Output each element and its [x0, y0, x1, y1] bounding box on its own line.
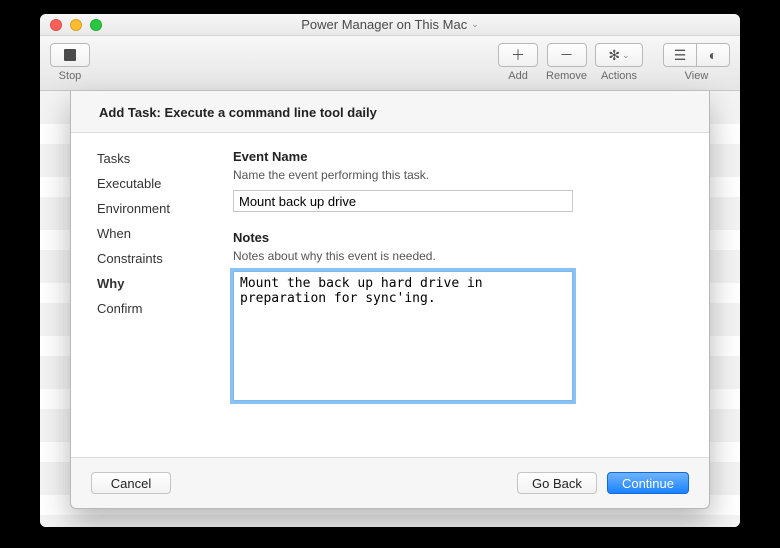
window-title-text: Power Manager on This Mac	[301, 17, 467, 32]
event-name-desc: Name the event performing this task.	[233, 168, 685, 182]
wizard-steps: Tasks Executable Environment When Constraint…	[95, 149, 215, 441]
gear-icon: ✻	[608, 47, 620, 64]
view-list-button[interactable]: ☰	[663, 43, 697, 67]
cancel-button[interactable]: Cancel	[91, 472, 171, 494]
wizard-step-confirm[interactable]: Confirm	[97, 301, 215, 316]
add-task-sheet: Add Task: Execute a command line tool da…	[70, 91, 710, 509]
sheet-body: Tasks Executable Environment When Constraint…	[71, 132, 709, 458]
notes-textarea[interactable]	[233, 271, 573, 401]
view-label: View	[685, 70, 709, 82]
wizard-step-when[interactable]: When	[97, 226, 215, 241]
form-column: Event Name Name the event performing thi…	[233, 149, 685, 441]
window-title[interactable]: Power Manager on This Mac ⌄	[40, 17, 740, 32]
toolbar-stop-group: Stop	[50, 40, 90, 82]
toolbar: Stop ＋ Add － Remove ✻ ⌄ Actions	[40, 36, 740, 91]
add-button[interactable]: ＋	[498, 43, 538, 67]
window-body: Add Task: Execute a command line tool da…	[40, 91, 740, 527]
chevron-down-icon: ⌄	[622, 50, 630, 61]
gauge-icon: ◐	[709, 47, 717, 63]
titlebar: Power Manager on This Mac ⌄	[40, 14, 740, 36]
event-name-input[interactable]	[233, 190, 573, 212]
chevron-down-icon: ⌄	[471, 19, 479, 30]
view-segmented-control: ☰ ◐	[663, 40, 730, 67]
actions-button[interactable]: ✻ ⌄	[595, 43, 643, 67]
notes-field: Notes Notes about why this event is need…	[233, 230, 685, 404]
minus-icon: －	[560, 45, 574, 65]
remove-label: Remove	[546, 70, 587, 82]
event-name-field: Event Name Name the event performing thi…	[233, 149, 685, 212]
notes-title: Notes	[233, 230, 685, 245]
continue-button[interactable]: Continue	[607, 472, 689, 494]
plus-icon: ＋	[511, 45, 525, 65]
event-name-title: Event Name	[233, 149, 685, 164]
sheet-title: Add Task: Execute a command line tool da…	[71, 91, 709, 132]
add-label: Add	[508, 70, 528, 82]
actions-label: Actions	[601, 70, 637, 82]
list-icon: ☰	[674, 47, 687, 64]
notes-desc: Notes about why this event is needed.	[233, 249, 685, 263]
wizard-step-environment[interactable]: Environment	[97, 201, 215, 216]
remove-button[interactable]: －	[547, 43, 587, 67]
stop-icon	[64, 49, 76, 61]
wizard-step-why[interactable]: Why	[97, 276, 215, 291]
stop-label: Stop	[59, 70, 82, 82]
view-gauge-button[interactable]: ◐	[696, 43, 730, 67]
wizard-step-constraints[interactable]: Constraints	[97, 251, 215, 266]
app-window: Power Manager on This Mac ⌄ Stop ＋ Add －…	[40, 14, 740, 527]
wizard-step-executable[interactable]: Executable	[97, 176, 215, 191]
go-back-button[interactable]: Go Back	[517, 472, 597, 494]
sheet-footer: Cancel Go Back Continue	[71, 458, 709, 508]
stop-button[interactable]	[50, 43, 90, 67]
wizard-step-tasks[interactable]: Tasks	[97, 151, 215, 166]
